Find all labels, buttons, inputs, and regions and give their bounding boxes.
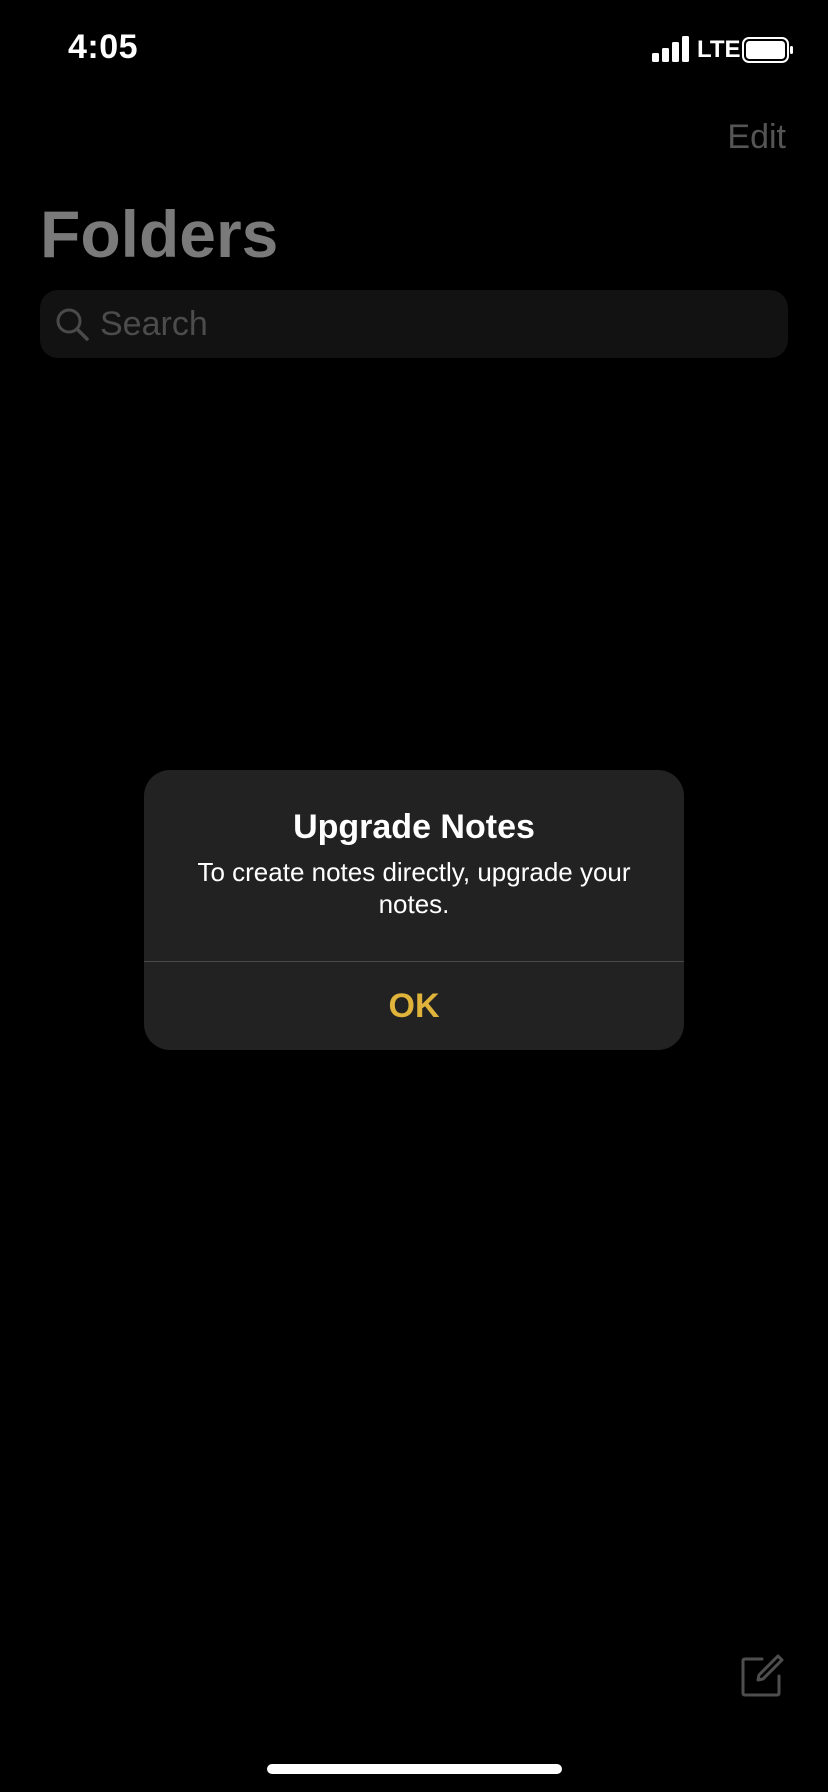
alert-title: Upgrade Notes bbox=[293, 808, 535, 846]
search-bar[interactable] bbox=[40, 290, 788, 358]
status-bar: 4:05 LTE bbox=[0, 0, 828, 100]
battery-icon bbox=[742, 37, 793, 63]
alert-message: To create notes directly, upgrade your n… bbox=[197, 857, 631, 919]
upgrade-notes-alert: Upgrade Notes To create notes directly, … bbox=[144, 770, 684, 1050]
search-icon bbox=[56, 308, 89, 341]
network-type-label: LTE bbox=[697, 36, 741, 63]
home-indicator[interactable] bbox=[267, 1764, 562, 1774]
cellular-signal-icon bbox=[652, 36, 689, 62]
ok-button[interactable]: OK bbox=[144, 962, 684, 1050]
alert-body: Upgrade Notes To create notes directly, … bbox=[144, 770, 684, 961]
edit-button[interactable]: Edit bbox=[727, 118, 786, 157]
compose-icon[interactable] bbox=[738, 1652, 786, 1700]
search-input[interactable] bbox=[98, 290, 760, 358]
status-time: 4:05 bbox=[68, 28, 139, 66]
page-title: Folders bbox=[40, 197, 279, 271]
